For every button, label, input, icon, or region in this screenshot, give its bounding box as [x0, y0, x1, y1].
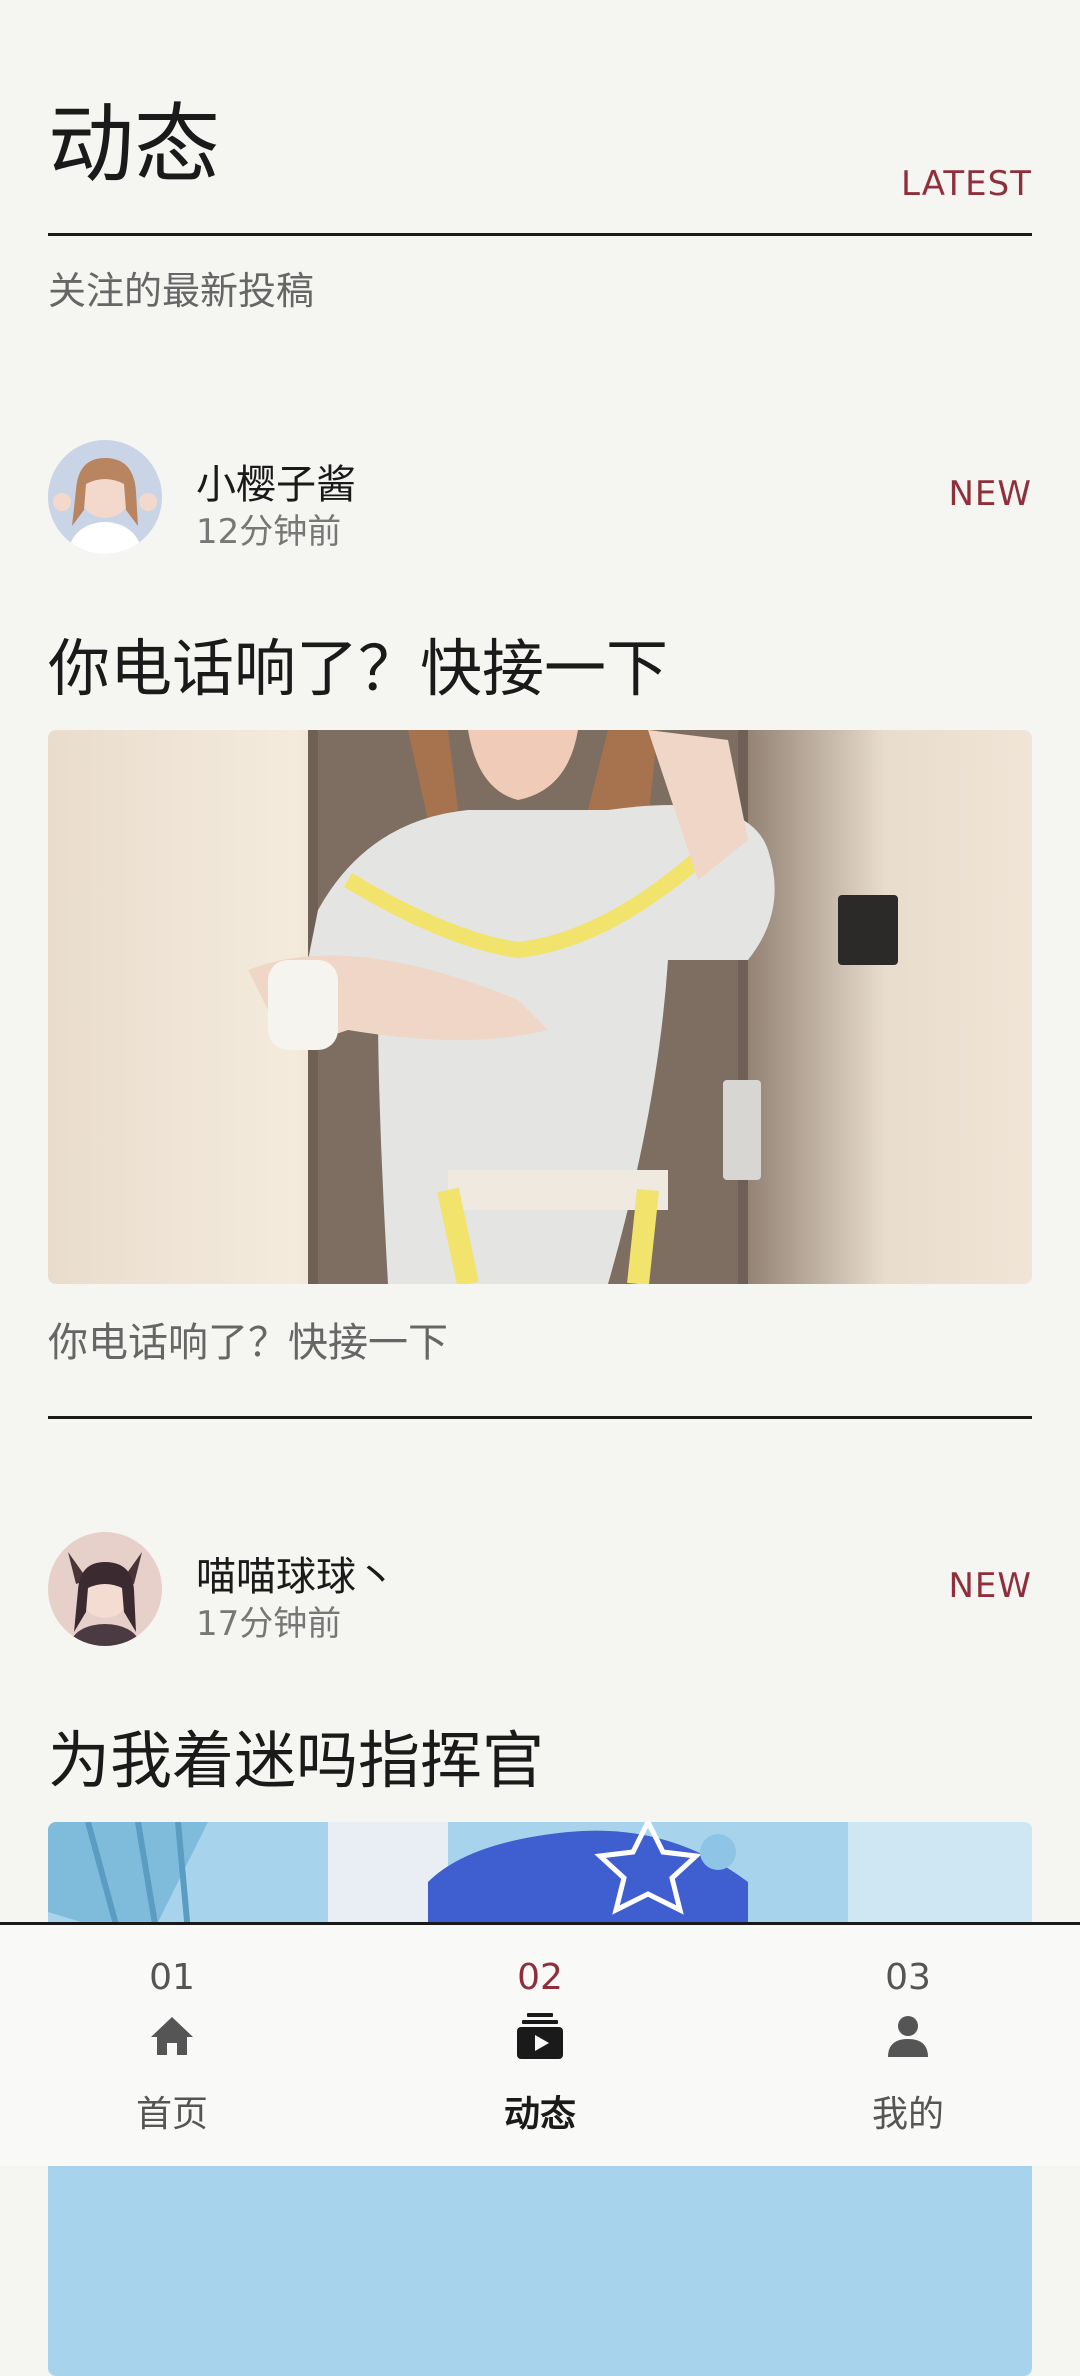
header-divider — [48, 233, 1032, 236]
nav-item-label: 我的 — [871, 2094, 944, 2135]
video-feed-icon — [517, 2013, 563, 2059]
home-icon — [151, 2017, 193, 2055]
nav-item-number: 01 — [149, 1957, 195, 1998]
nav-item-number: 02 — [517, 1957, 563, 1998]
new-badge: NEW — [948, 1566, 1032, 1606]
author-avatar[interactable] — [48, 1532, 162, 1646]
page-subtitle: 关注的最新投稿 — [48, 269, 315, 313]
post-time: 17分钟前 — [196, 1604, 342, 1644]
page-title: 动态 — [48, 95, 220, 195]
post-divider — [48, 1416, 1032, 1419]
nav-item-profile[interactable]: 03 我的 — [808, 1925, 1008, 2169]
profile-icon — [888, 2016, 928, 2057]
author-name[interactable]: 喵喵球球丶 — [196, 1544, 396, 1602]
latest-tag: LATEST — [901, 164, 1032, 204]
post-time: 12分钟前 — [196, 512, 342, 552]
nav-item-home[interactable]: 01 首页 — [72, 1925, 272, 2169]
author-avatar[interactable] — [48, 440, 162, 554]
nav-item-label: 首页 — [135, 2094, 208, 2135]
post-title[interactable]: 你电话响了？快接一下 — [48, 618, 668, 708]
post-video-thumbnail[interactable] — [48, 730, 1032, 1284]
author-name[interactable]: 小樱子酱 — [196, 452, 356, 510]
bottom-nav: 01 首页 02 动态 03 我的 — [0, 1922, 1080, 2166]
nav-item-feed[interactable]: 02 动态 — [440, 1925, 640, 2169]
nav-item-number: 03 — [885, 1957, 931, 1998]
post-caption: 你电话响了？快接一下 — [48, 1320, 448, 1366]
nav-item-label: 动态 — [503, 2094, 576, 2135]
new-badge: NEW — [948, 474, 1032, 514]
post-title[interactable]: 为我着迷吗指挥官 — [48, 1710, 544, 1800]
